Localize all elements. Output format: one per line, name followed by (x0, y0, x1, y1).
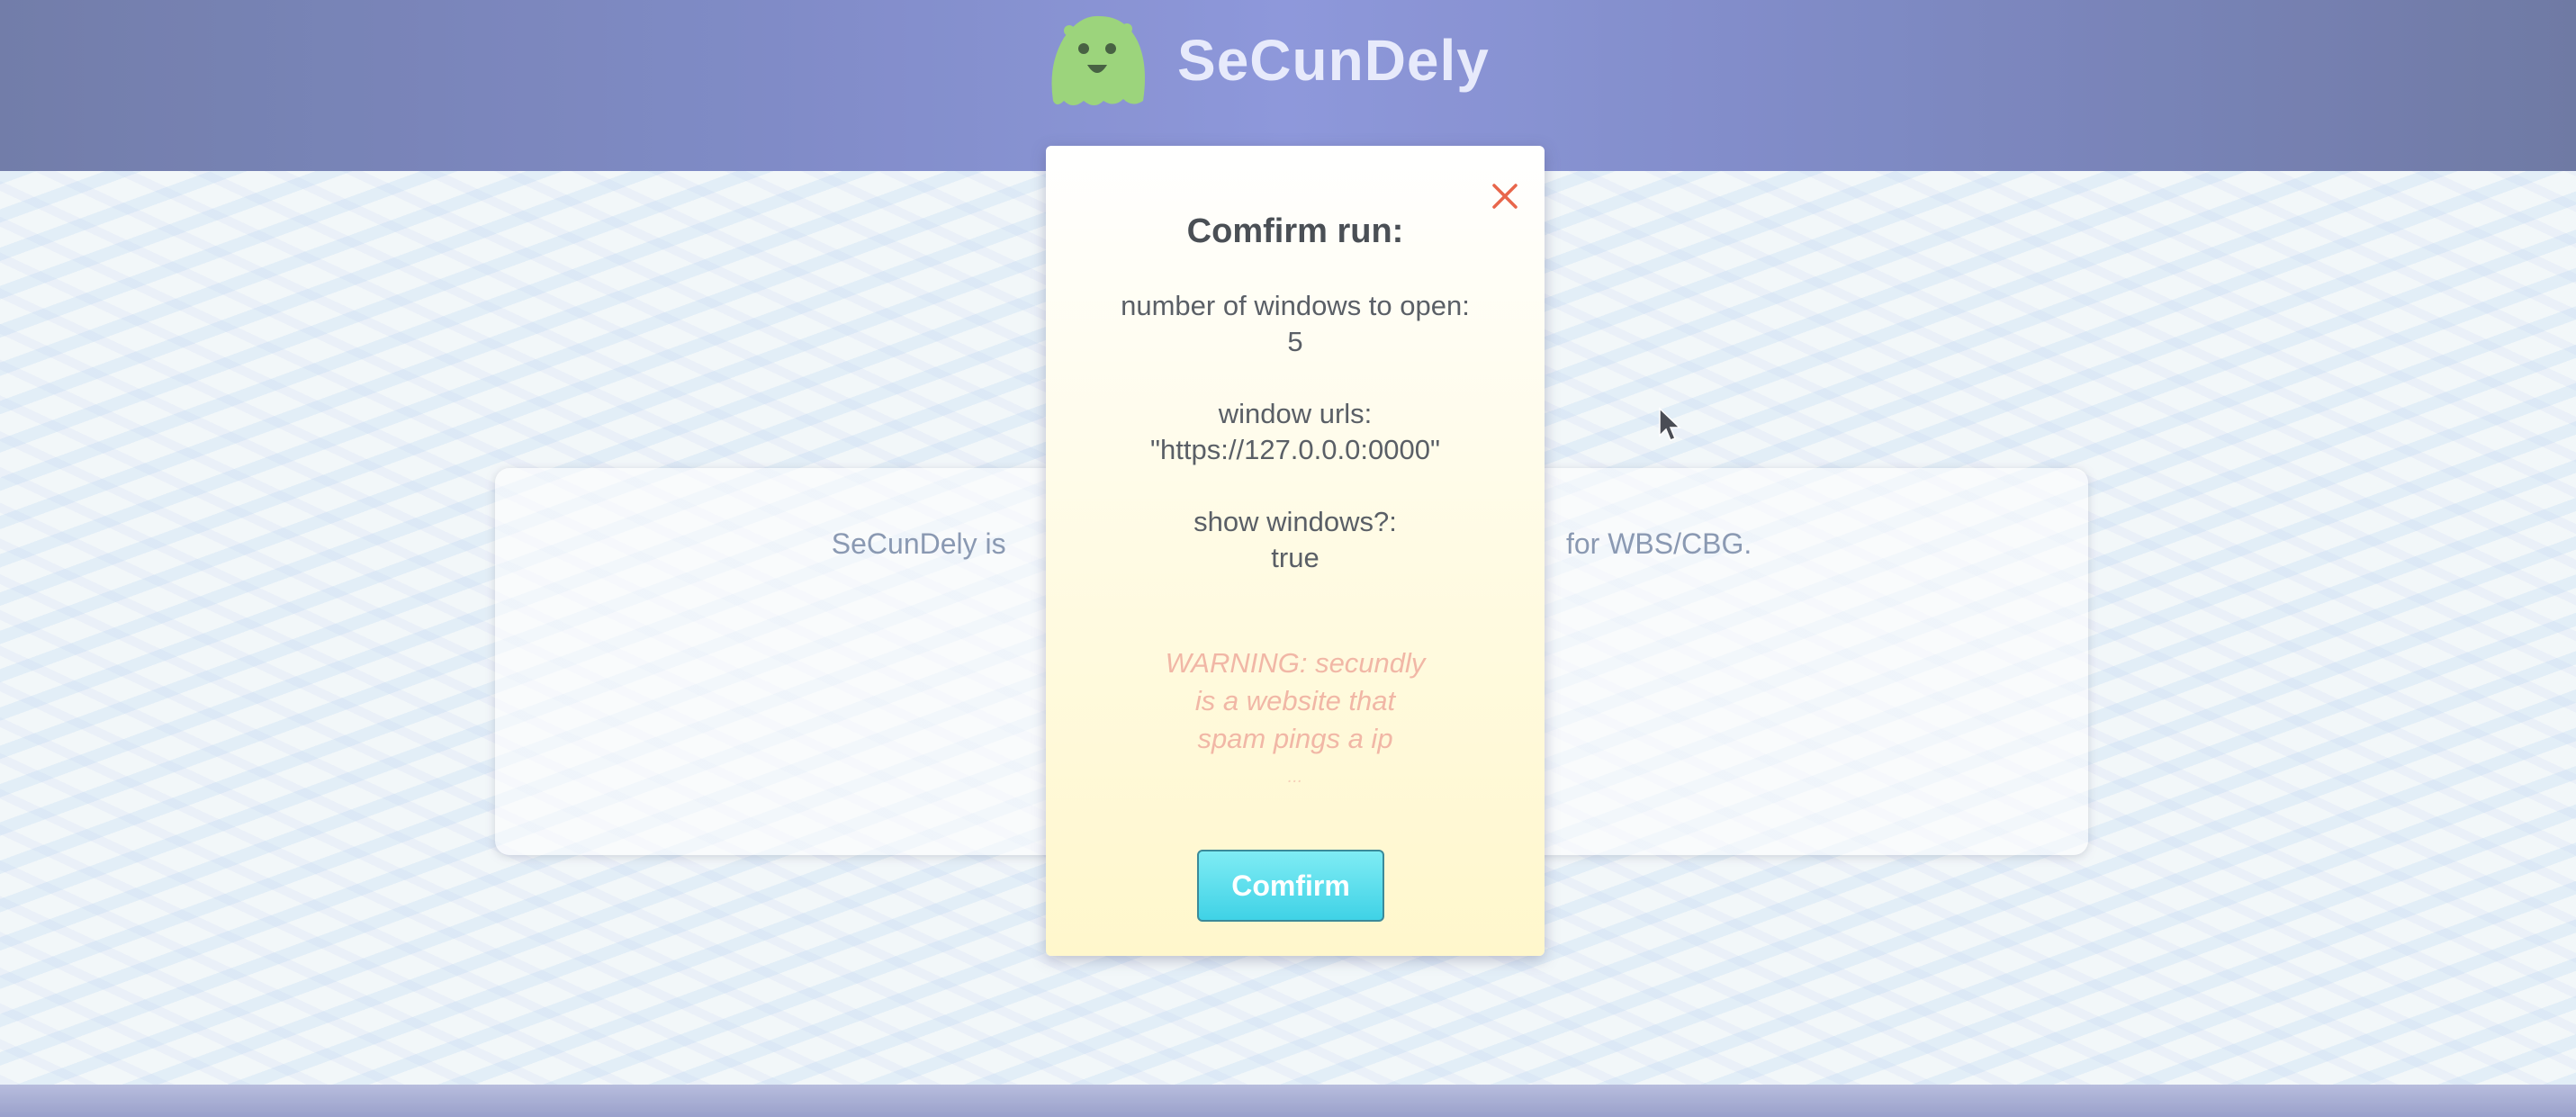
warning-line: WARNING: secundly (1165, 647, 1426, 679)
dialog-title: Comfirm run: (1186, 212, 1404, 250)
close-icon (1492, 184, 1518, 209)
warning-line: spam pings a ip (1197, 723, 1393, 754)
show-windows-label: show windows?: (1193, 506, 1397, 537)
warning-line: ... (1287, 767, 1303, 787)
window-urls-label: window urls: (1218, 398, 1373, 429)
windows-count-label: number of windows to open: (1121, 290, 1470, 321)
warning-line: is a website that (1194, 685, 1396, 716)
mouse-cursor-icon (1659, 407, 1681, 441)
confirm-button[interactable]: Comfirm (1197, 850, 1384, 922)
warning-text: WARNING: secundly is a website that spam… (1145, 644, 1446, 796)
windows-count-value: 5 (1287, 326, 1303, 357)
show-windows-value: true (1271, 542, 1320, 573)
confirm-run-dialog: Comfirm run: number of windows to open: … (1046, 146, 1545, 956)
window-urls-value: "https://127.0.0.0:0000" (1150, 434, 1440, 465)
close-button[interactable] (1487, 178, 1523, 214)
